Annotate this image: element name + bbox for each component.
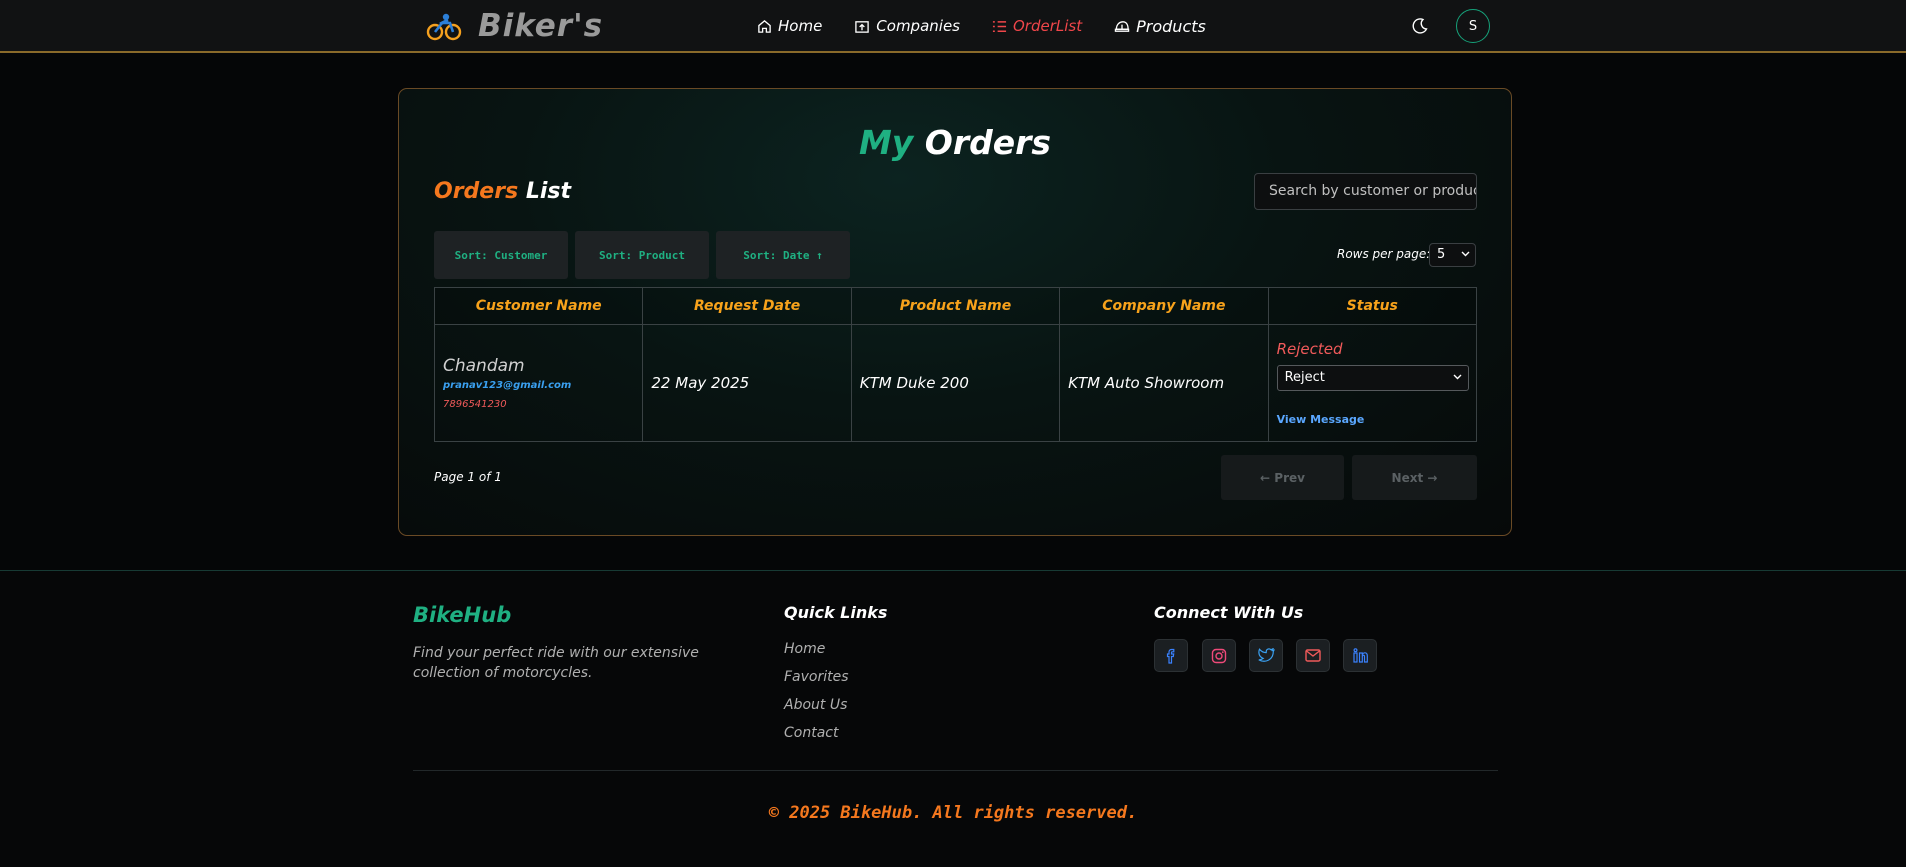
nav-products[interactable]: Products bbox=[1114, 14, 1206, 38]
footer-divider bbox=[413, 770, 1498, 771]
nav-products-label: Products bbox=[1136, 16, 1206, 36]
nav-orderlist-label: OrderList bbox=[1013, 17, 1083, 35]
cell-status: Rejected Reject View Message bbox=[1267, 324, 1478, 442]
list-title-rest: List bbox=[525, 179, 572, 204]
chevron-down-icon bbox=[1461, 251, 1470, 257]
footer: BikeHub Find your perfect ride with our … bbox=[0, 570, 1906, 867]
sort-date-button[interactable]: Sort: Date ↑ bbox=[716, 231, 850, 279]
facebook-icon bbox=[1166, 648, 1175, 664]
prev-button[interactable]: ← Prev bbox=[1221, 455, 1344, 500]
page-title: My Orders bbox=[399, 123, 1511, 162]
col-customer-name: Customer Name bbox=[433, 287, 644, 325]
list-title: Orders List bbox=[434, 179, 571, 204]
linkedin-icon bbox=[1352, 648, 1368, 663]
page-title-rest: Orders bbox=[924, 123, 1052, 162]
nav-links: Home Companies OrderList Products bbox=[757, 14, 1238, 38]
helmet-icon bbox=[1114, 20, 1130, 32]
brand-name: Biker's bbox=[478, 8, 604, 44]
moon-icon[interactable] bbox=[1410, 16, 1430, 36]
facebook-button[interactable] bbox=[1154, 639, 1188, 672]
instagram-button[interactable] bbox=[1202, 639, 1236, 672]
chevron-down-icon bbox=[1453, 374, 1462, 380]
navbar: Biker's Home Companies OrderList Product… bbox=[0, 0, 1906, 53]
col-request-date: Request Date bbox=[642, 287, 852, 325]
col-product-name: Product Name bbox=[850, 287, 1061, 325]
orders-table: Customer Name Request Date Product Name … bbox=[433, 287, 1478, 442]
footer-link-favorites[interactable]: Favorites bbox=[784, 669, 849, 685]
page-title-accent: My bbox=[858, 123, 914, 162]
footer-description: Find your perfect ride with our extensiv… bbox=[413, 645, 699, 681]
twitter-icon bbox=[1257, 648, 1275, 662]
customer-name: Chandam bbox=[443, 356, 525, 376]
customer-email: pranav123@gmail.com bbox=[443, 380, 572, 391]
footer-link-contact[interactable]: Contact bbox=[784, 725, 838, 741]
bike-logo-icon bbox=[426, 13, 462, 41]
sort-product-button[interactable]: Sort: Product bbox=[575, 231, 709, 279]
mail-button[interactable] bbox=[1296, 639, 1330, 672]
nav-home[interactable]: Home bbox=[757, 14, 822, 38]
search-input[interactable]: Search by customer or product bbox=[1254, 173, 1477, 210]
table-row: Chandam pranav123@gmail.com 7896541230 2… bbox=[433, 324, 1478, 442]
connect-heading: Connect With Us bbox=[1154, 603, 1304, 622]
rows-per-page-value: 5 bbox=[1437, 247, 1446, 262]
footer-link-home[interactable]: Home bbox=[784, 641, 825, 657]
home-icon bbox=[758, 19, 771, 33]
rows-per-page-select[interactable]: 5 bbox=[1429, 243, 1476, 267]
list-icon bbox=[992, 20, 1007, 32]
view-message-link[interactable]: View Message bbox=[1277, 413, 1468, 426]
rows-per-page-label: Rows per page: bbox=[1337, 247, 1431, 261]
col-status: Status bbox=[1267, 287, 1478, 325]
building-icon bbox=[855, 20, 870, 33]
cell-customer: Chandam pranav123@gmail.com 7896541230 bbox=[433, 324, 644, 442]
twitter-button[interactable] bbox=[1249, 639, 1283, 672]
copyright: © 2025 BikeHub. All rights reserved. bbox=[768, 803, 1138, 823]
linkedin-button[interactable] bbox=[1343, 639, 1377, 672]
nav-home-label: Home bbox=[778, 17, 823, 35]
footer-link-about[interactable]: About Us bbox=[784, 697, 847, 713]
table-header-row: Customer Name Request Date Product Name … bbox=[433, 287, 1478, 325]
orders-card: My Orders Orders List Search by customer… bbox=[398, 88, 1512, 536]
brand[interactable]: Biker's bbox=[426, 8, 603, 44]
page-info: Page 1 of 1 bbox=[434, 470, 502, 484]
customer-phone: 7896541230 bbox=[443, 399, 507, 410]
next-button[interactable]: Next → bbox=[1352, 455, 1477, 500]
nav-companies[interactable]: Companies bbox=[854, 14, 960, 38]
avatar[interactable]: S bbox=[1456, 9, 1490, 43]
status-text: Rejected bbox=[1276, 340, 1343, 358]
cell-request-date: 22 May 2025 bbox=[642, 324, 852, 442]
col-company-name: Company Name bbox=[1059, 287, 1269, 325]
footer-brand: BikeHub bbox=[413, 603, 512, 627]
nav-orderlist[interactable]: OrderList bbox=[992, 14, 1082, 38]
status-select[interactable]: Reject bbox=[1276, 365, 1469, 391]
cell-company-name: KTM Auto Showroom bbox=[1059, 324, 1269, 442]
cell-product-name: KTM Duke 200 bbox=[850, 324, 1061, 442]
list-title-accent: Orders bbox=[434, 179, 519, 204]
sort-customer-button[interactable]: Sort: Customer bbox=[434, 231, 568, 279]
instagram-icon bbox=[1211, 648, 1227, 663]
nav-companies-label: Companies bbox=[876, 17, 960, 35]
status-select-value: Reject bbox=[1284, 370, 1325, 385]
mail-icon bbox=[1305, 649, 1321, 662]
quick-links-heading: Quick Links bbox=[784, 603, 888, 622]
